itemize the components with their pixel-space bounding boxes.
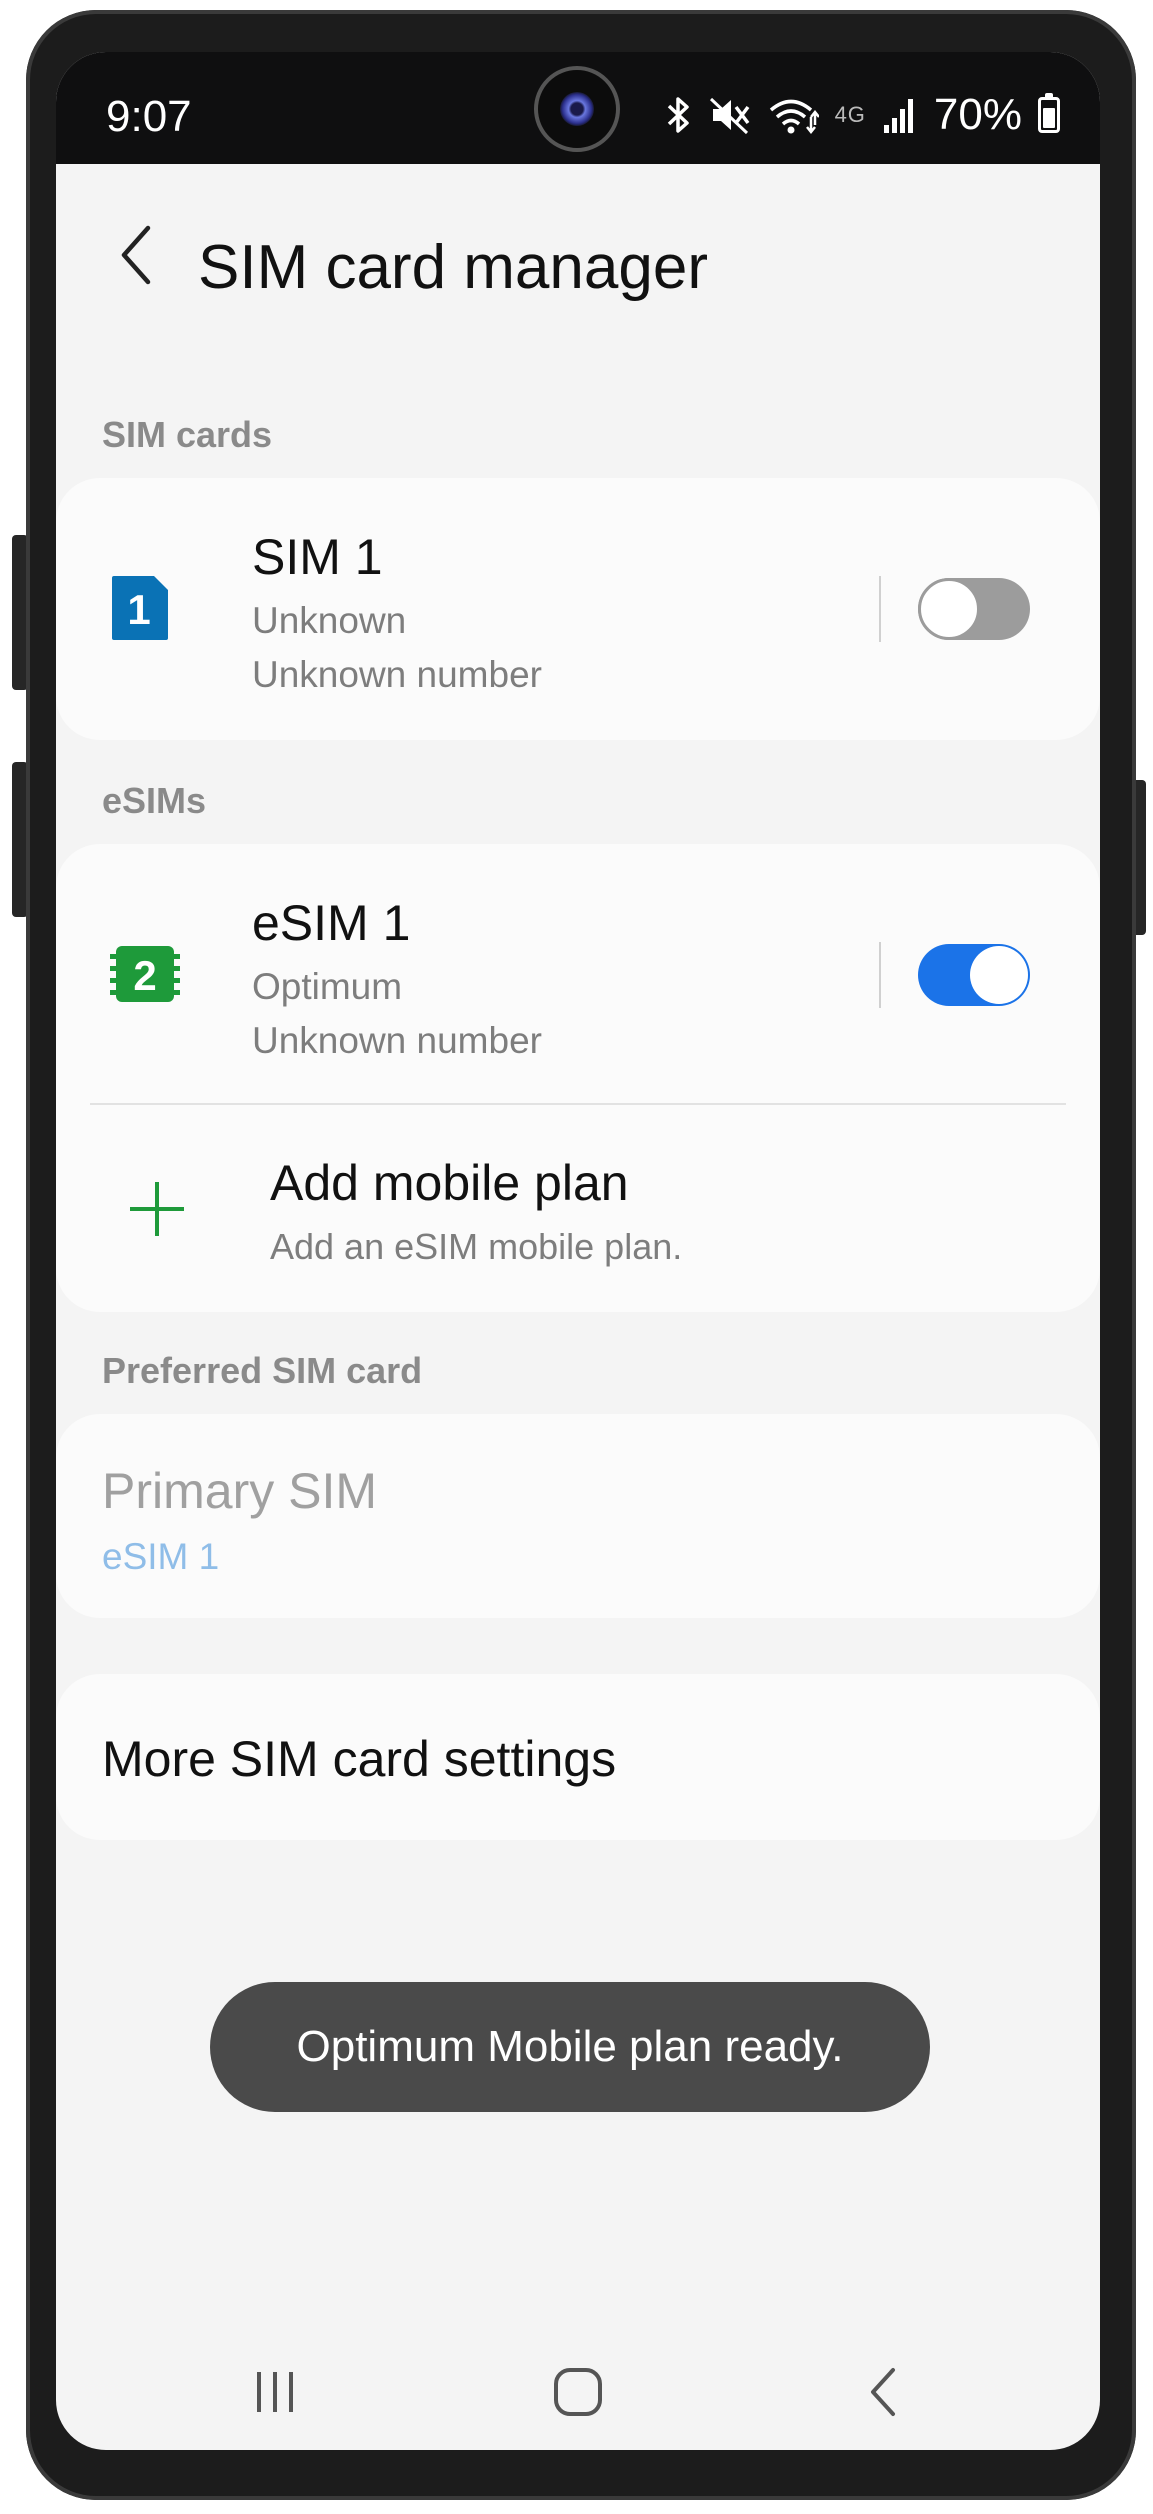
toggle-knob: [918, 578, 980, 640]
primary-sim-value: eSIM 1: [102, 1536, 220, 1577]
signal-icon: [883, 99, 913, 133]
primary-sim-row[interactable]: Primary SIM eSIM 1: [56, 1414, 1100, 1618]
section-label-sim-cards: SIM cards: [102, 414, 273, 455]
esims-card: 2 eSIM 1 Optimum Unknown number Add mobi…: [56, 844, 1100, 1312]
section-label-esims: eSIMs: [102, 780, 207, 821]
esim-icon: 2: [110, 946, 180, 1002]
recents-button[interactable]: [220, 2352, 330, 2432]
nav-back-button[interactable]: [828, 2352, 938, 2432]
sim-card-icon: 1: [112, 576, 168, 640]
plus-icon: [130, 1182, 184, 1236]
row-divider: [879, 942, 881, 1008]
network-type-label: 4G: [834, 102, 866, 127]
recents-icon: [257, 2372, 293, 2412]
screen: 9:07 4G 70% SIM card manager SIM cards 1…: [56, 52, 1100, 2450]
home-icon: [554, 2368, 602, 2416]
chevron-left-icon: [121, 225, 151, 285]
sim-card-badge: 1: [127, 586, 150, 633]
page-title: SIM card manager: [198, 233, 708, 302]
battery-icon: [1038, 93, 1060, 133]
sim-cards-card: 1 SIM 1 Unknown Unknown number: [56, 478, 1100, 740]
sim-row-esim1[interactable]: 2 eSIM 1 Optimum Unknown number: [56, 844, 1100, 1106]
list-divider: [90, 1103, 1066, 1105]
front-camera: [534, 66, 620, 152]
mute-icon: [709, 97, 749, 135]
primary-sim-label: Primary SIM: [102, 1463, 377, 1519]
bluetooth-icon: [667, 97, 689, 133]
toggle-knob: [970, 946, 1028, 1004]
esim-name: eSIM 1: [252, 895, 411, 951]
back-icon: [871, 2368, 895, 2416]
esim1-toggle[interactable]: [918, 944, 1030, 1006]
esim-carrier: Optimum: [252, 966, 403, 1007]
add-mobile-plan-row[interactable]: Add mobile plan Add an eSIM mobile plan.: [56, 1106, 1100, 1312]
section-label-preferred: Preferred SIM card: [102, 1350, 423, 1391]
more-sim-settings-label: More SIM card settings: [102, 1731, 617, 1787]
battery-percent: 70%: [933, 90, 1022, 139]
back-button[interactable]: [96, 210, 176, 300]
toast-message: Optimum Mobile plan ready.: [210, 1982, 930, 2112]
status-time: 9:07: [106, 92, 192, 141]
esim-number: Unknown number: [252, 1020, 542, 1061]
add-plan-title: Add mobile plan: [270, 1155, 629, 1211]
sim1-toggle[interactable]: [918, 578, 1030, 640]
add-plan-subtitle: Add an eSIM mobile plan.: [270, 1226, 683, 1267]
home-button[interactable]: [523, 2352, 633, 2432]
preferred-sim-card: Primary SIM eSIM 1: [56, 1414, 1100, 1618]
status-icons: 4G 70%: [663, 90, 1060, 140]
sim-row-sim1[interactable]: 1 SIM 1 Unknown Unknown number: [56, 478, 1100, 740]
row-divider: [879, 576, 881, 642]
app-header: SIM card manager: [56, 164, 1100, 344]
more-sim-settings-row[interactable]: More SIM card settings: [56, 1674, 1100, 1840]
navigation-bar: [56, 2342, 1100, 2450]
sim-number: Unknown number: [252, 654, 542, 695]
wifi-icon: [769, 99, 819, 135]
status-bar: 9:07 4G 70%: [56, 52, 1100, 164]
sim-carrier: Unknown: [252, 600, 407, 641]
more-settings-card: More SIM card settings: [56, 1674, 1100, 1840]
sim-name: SIM 1: [252, 529, 383, 585]
esim-badge: 2: [133, 952, 156, 999]
